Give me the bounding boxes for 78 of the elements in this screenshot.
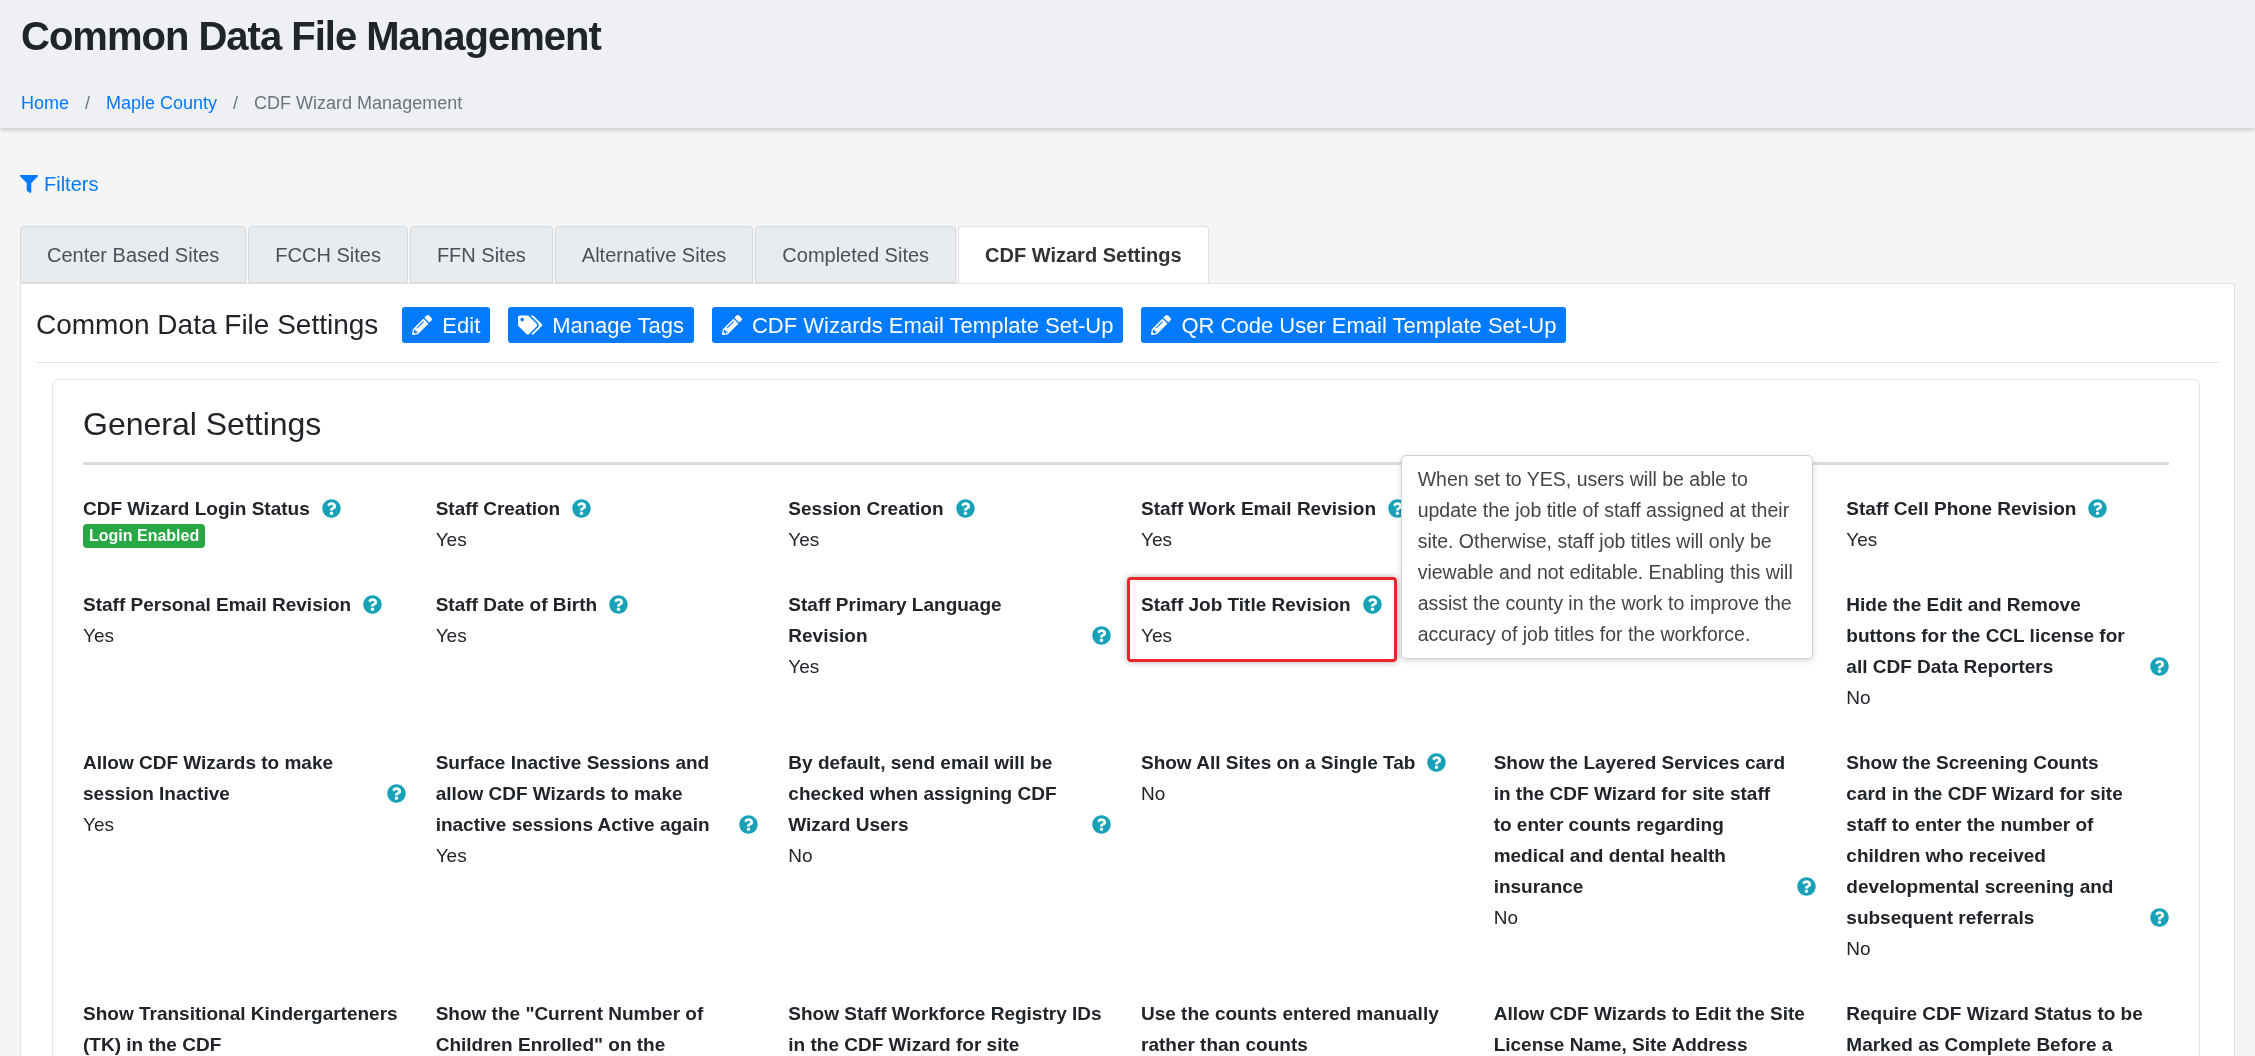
- setting-label: Staff Primary Language Revision: [788, 593, 1003, 648]
- help-icon[interactable]: [2150, 657, 2169, 676]
- breadcrumb-link[interactable]: Home: [21, 90, 69, 117]
- help-icon[interactable]: [1092, 626, 1111, 645]
- section-title: Common Data File Settings: [36, 308, 379, 342]
- setting-label: Require CDF Wizard Status to be Marked as Complete Before a: [1846, 1002, 2144, 1056]
- help-icon[interactable]: [955, 499, 975, 518]
- tags-icon: [518, 314, 543, 336]
- action-button[interactable]: CDF Wizards Email Template Set-Up: [712, 307, 1124, 343]
- setting-label: Show Transitional Kindergarteners (TK) in the CDF: [83, 1002, 399, 1056]
- help-icon[interactable]: [572, 499, 592, 518]
- setting-value: Yes: [788, 528, 820, 552]
- setting-label: CDF Wizard Login Status: [83, 497, 310, 521]
- setting-label: Show All Sites on a Single Tab: [1141, 751, 1416, 775]
- setting-label: By default, send email will be checked when assigning CDF Wizard Users: [788, 751, 1058, 837]
- setting-value: No: [1493, 906, 1518, 930]
- setting-label: Show the Screening Counts card in the CDF Wizard for site staff to enter the number of children who received developmental screening and subsequent referrals: [1846, 751, 2124, 930]
- setting-label: Staff Cell Phone Revision: [1846, 497, 2077, 521]
- setting-label: Show the Layered Services card in the CDF Wizard for site staff to enter counts regarding medical and dental health insurance: [1493, 751, 1786, 899]
- help-icon[interactable]: [609, 595, 629, 614]
- setting-label: Staff Job Title Revision: [1141, 593, 1351, 617]
- setting-value: Yes: [788, 655, 820, 679]
- help-icon[interactable]: [2088, 499, 2108, 518]
- action-button[interactable]: QR Code User Email Template Set-Up: [1141, 307, 1567, 343]
- setting-value: No: [788, 844, 813, 868]
- help-icon[interactable]: [1427, 753, 1447, 772]
- breadcrumb-link[interactable]: Maple County: [106, 90, 218, 117]
- help-icon[interactable]: [363, 595, 383, 614]
- breadcrumb-separator: /: [233, 92, 239, 115]
- setting-value: Yes: [1846, 528, 1878, 552]
- setting-label: Staff Creation: [435, 497, 561, 521]
- filters-link[interactable]: Filters: [20, 172, 99, 196]
- help-icon[interactable]: [1797, 877, 1817, 896]
- pencil-icon: [412, 315, 433, 335]
- help-icon[interactable]: [1092, 815, 1111, 834]
- tab[interactable]: FFN Sites: [409, 226, 553, 283]
- status-badge: Login Enabled: [83, 524, 206, 548]
- setting-label: Hide the Edit and Remove buttons for the CCL license for all CDF Data Reporters: [1846, 593, 2126, 679]
- breadcrumb-current: CDF Wizard Management: [254, 92, 463, 115]
- breadcrumb-separator: /: [85, 92, 91, 115]
- action-button[interactable]: Manage Tags: [508, 307, 694, 343]
- setting-value: Yes: [1141, 624, 1172, 648]
- card-title: General Settings: [83, 405, 323, 444]
- setting-value: Yes: [435, 624, 467, 648]
- help-icon[interactable]: [2150, 908, 2169, 927]
- setting-value: Yes: [1141, 528, 1172, 552]
- page-title: Common Data File Management: [21, 13, 603, 60]
- setting-value: Yes: [83, 813, 114, 837]
- setting-value: Yes: [435, 528, 467, 552]
- tab[interactable]: CDF Wizard Settings: [958, 226, 1209, 283]
- setting-value: No: [1846, 686, 1871, 710]
- help-icon[interactable]: [386, 784, 406, 803]
- setting-label: Show Staff Workforce Registry IDs in the CDF Wizard for site: [788, 1002, 1103, 1056]
- setting-value: Yes: [435, 844, 467, 868]
- tab[interactable]: FCCH Sites: [248, 226, 408, 283]
- filter-icon: [20, 175, 38, 193]
- tab[interactable]: Center Based Sites: [20, 226, 247, 283]
- setting-label: Allow CDF Wizards to Edit the Site License Name, Site Address: [1493, 1002, 1806, 1056]
- pencil-icon: [722, 315, 742, 335]
- setting-label: Staff Personal Email Revision: [83, 593, 352, 617]
- pencil-icon: [1151, 315, 1172, 335]
- setting-label: Staff Work Email Revision: [1141, 497, 1377, 521]
- setting-value: No: [1846, 937, 1871, 961]
- setting-label: Session Creation: [788, 497, 944, 521]
- setting-label: Allow CDF Wizards to make session Inactive: [83, 751, 335, 806]
- action-button[interactable]: Edit: [402, 307, 491, 343]
- help-icon[interactable]: [1362, 595, 1382, 614]
- tooltip: When set to YES, users will be able to update the job title of staff assigned at their site. Otherwise, staff job titles will only be viewable and not editable. Enabling this will assist the county in the work to improve the accuracy of job titles for the workforce.: [1400, 455, 1813, 659]
- setting-label: Use the counts entered manually rather than counts: [1141, 1002, 1440, 1056]
- setting-label: Staff Date of Birth: [435, 593, 598, 617]
- setting-label: Surface Inactive Sessions and allow CDF Wizards to make inactive sessions Active again: [435, 751, 711, 837]
- help-icon[interactable]: [321, 499, 341, 518]
- tab[interactable]: Alternative Sites: [554, 226, 754, 283]
- help-icon[interactable]: [739, 815, 759, 834]
- setting-value: No: [1141, 782, 1166, 806]
- setting-label: Show the "Current Number of Children Enrolled" on the: [435, 1002, 705, 1056]
- tab[interactable]: Completed Sites: [755, 226, 957, 283]
- setting-value: Yes: [83, 624, 114, 648]
